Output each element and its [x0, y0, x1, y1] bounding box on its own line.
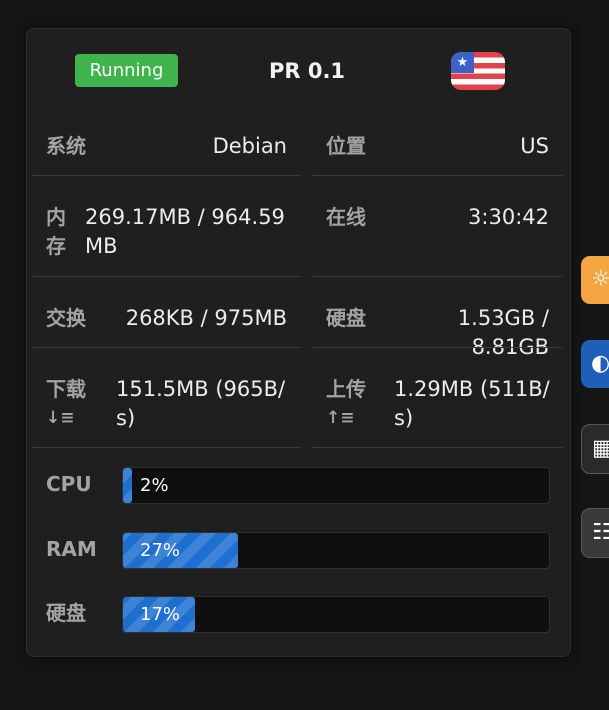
- server-card: Running PR 0.1 ★ 系统 Debian 位置 US 内 存 269…: [26, 28, 571, 657]
- status-badge: Running: [75, 54, 178, 87]
- upload-sort-icon: ↑≡: [326, 408, 355, 428]
- flag-star: ★: [451, 52, 474, 73]
- memory-value-2: MB: [85, 234, 118, 258]
- divider: [313, 447, 563, 448]
- list-button[interactable]: ☷: [581, 508, 609, 558]
- uptime-label: 在线: [326, 205, 366, 229]
- server-title: PR 0.1: [268, 59, 346, 83]
- memory-label: 内: [46, 205, 66, 229]
- divider: [33, 447, 300, 448]
- progress-percent: 27%: [140, 540, 181, 561]
- swap-label: 交换: [46, 306, 86, 330]
- memory-value: 269.17MB / 964.59: [85, 205, 285, 229]
- swap-value: 268KB / 975MB: [125, 306, 287, 330]
- uptime-value: 3:30:42: [468, 205, 549, 229]
- disk-value: 1.53GB / 8.81GB: [457, 306, 549, 359]
- theme-icon: ◐: [591, 351, 609, 376]
- download-value: 151.5MB (965B/: [116, 377, 286, 401]
- usage-progress-bar: 17%: [122, 596, 550, 633]
- theme-button[interactable]: ◐: [581, 340, 609, 388]
- upload-value-2: s): [394, 406, 414, 430]
- usage-progress-bar: 2%: [122, 467, 550, 504]
- sun-icon: ☼: [591, 267, 609, 292]
- grid-button[interactable]: ▦: [581, 424, 609, 474]
- divider: [313, 276, 563, 277]
- list-icon: ☷: [592, 520, 609, 545]
- usage-progress-bar: 27%: [122, 532, 550, 569]
- download-sort-icon: ↓≡: [46, 408, 75, 428]
- divider: [33, 175, 300, 176]
- grid-icon: ▦: [592, 436, 609, 461]
- memory-label-2: 存: [46, 234, 66, 258]
- bar-label-ram: RAM: [46, 537, 97, 561]
- divider: [313, 347, 563, 348]
- bar-label-硬盘: 硬盘: [46, 601, 86, 625]
- upload-value: 1.29MB (511B/: [394, 377, 550, 401]
- divider: [33, 276, 300, 277]
- bar-label-cpu: CPU: [46, 472, 92, 496]
- upload-label: 上传: [326, 377, 366, 401]
- us-flag-icon: ★: [451, 52, 505, 90]
- sun-button[interactable]: ☼: [581, 256, 609, 304]
- location-label: 位置: [326, 134, 366, 158]
- progress-fill: [123, 468, 132, 503]
- location-value: US: [520, 134, 549, 158]
- os-label: 系统: [46, 134, 86, 158]
- divider: [313, 175, 563, 176]
- disk-label: 硬盘: [326, 306, 366, 330]
- divider: [33, 347, 300, 348]
- download-value-2: s): [116, 406, 136, 430]
- progress-percent: 17%: [140, 604, 181, 625]
- os-value: Debian: [212, 134, 287, 158]
- download-label: 下载: [46, 377, 86, 401]
- progress-percent: 2%: [140, 475, 169, 496]
